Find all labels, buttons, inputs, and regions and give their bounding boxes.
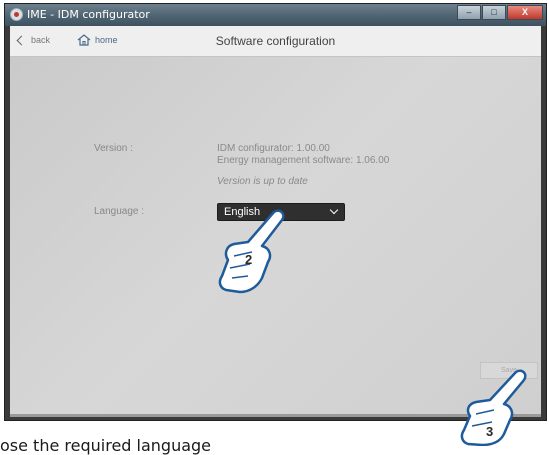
- window-titlebar[interactable]: IME - IDM configurator – □ X: [5, 4, 546, 26]
- top-navigation-bar: back home Software configuration: [10, 26, 541, 57]
- app-logo-icon: [10, 8, 23, 21]
- maximize-button[interactable]: □: [482, 5, 506, 20]
- window-controls: – □ X: [456, 5, 543, 20]
- callout-step-2: 2: [245, 252, 252, 267]
- pointing-hand-icon: 3: [460, 369, 527, 446]
- window-title: IME - IDM configurator: [27, 8, 150, 21]
- version-status: Version is up to date: [217, 176, 308, 187]
- instruction-caption: ose the required language: [0, 436, 212, 455]
- close-button[interactable]: X: [507, 5, 543, 20]
- idm-configurator-version: IDM configurator: 1.00.00: [217, 143, 330, 154]
- version-label: Version :: [94, 143, 133, 154]
- language-label: Language :: [94, 206, 145, 217]
- chevron-down-icon: [329, 205, 339, 215]
- pointing-hand-icon: 2: [218, 209, 285, 294]
- minimize-button[interactable]: –: [457, 5, 481, 20]
- callout-step-3: 3: [486, 424, 493, 439]
- energy-software-version: Energy management software: 1.06.00: [217, 155, 390, 166]
- page-title: Software configuration: [215, 34, 336, 48]
